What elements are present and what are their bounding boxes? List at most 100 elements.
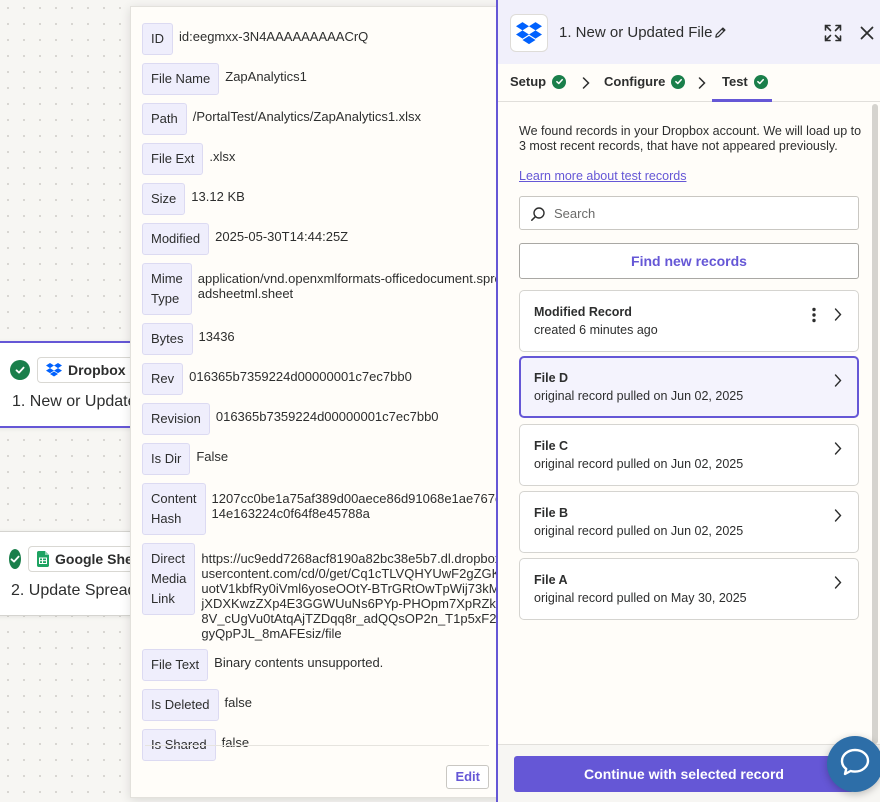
step-node-google-sheets[interactable]: Google Sheets 2. Update Spreadsheet Row xyxy=(0,531,212,616)
record-title: File B xyxy=(534,506,569,520)
tab-setup[interactable]: Setup xyxy=(510,74,567,89)
chevron-right-icon xyxy=(834,308,842,326)
search-box xyxy=(519,196,859,230)
check-icon xyxy=(552,74,567,89)
record-subtitle: original record pulled on Jun 02, 2025 xyxy=(534,457,744,471)
field-row: File Name ZapAnalytics1 xyxy=(142,63,502,95)
app-chip: Dropbox xyxy=(37,357,135,383)
record-title: Modified Record xyxy=(534,305,632,319)
chevron-right-icon xyxy=(582,76,590,94)
record-subtitle: original record pulled on Jun 02, 2025 xyxy=(534,389,744,403)
data-panel-divider xyxy=(145,745,489,746)
field-row: Path /PortalTest/Analytics/ZapAnalytics1… xyxy=(142,103,502,135)
field-value: 2025-05-30T14:44:25Z xyxy=(215,229,349,244)
field-row: Direct Media Link https://uc9edd7268acf8… xyxy=(142,543,502,641)
field-key: Size xyxy=(142,183,186,215)
tab-label: Configure xyxy=(604,74,666,89)
learn-more-link[interactable]: Learn more about test records xyxy=(519,169,686,183)
field-row: Mime Type application/vnd.openxmlformats… xyxy=(142,263,502,315)
field-key: Mime Type xyxy=(142,263,192,315)
field-row: File Ext .xlsx xyxy=(142,143,502,175)
edit-button[interactable]: Edit xyxy=(446,765,489,789)
field-value: application/vnd.openxmlformats-officedoc… xyxy=(197,271,502,301)
pencil-icon[interactable] xyxy=(714,26,727,44)
record-card[interactable]: Modified Record created 6 minutes ago xyxy=(519,290,859,352)
record-title: File C xyxy=(534,439,569,453)
check-icon xyxy=(753,74,768,89)
dropbox-icon xyxy=(516,21,542,44)
record-card-selected[interactable]: File D original record pulled on Jun 02,… xyxy=(519,356,859,418)
field-row: Modified 2025-05-30T14:44:25Z xyxy=(142,223,502,255)
field-value: /PortalTest/Analytics/ZapAnalytics1.xlsx xyxy=(192,109,422,124)
field-key: Content Hash xyxy=(142,483,206,535)
tab-label: Setup xyxy=(510,74,547,89)
record-card[interactable]: File A original record pulled on May 30,… xyxy=(519,558,859,620)
find-new-records-button[interactable]: Find new records xyxy=(519,243,859,279)
field-value: id:eegmxx-3N4AAAAAAAAACrQ xyxy=(179,29,369,44)
field-value: 016365b7359224d00000001c7ec7bb0 xyxy=(189,369,412,384)
field-key: Revision xyxy=(142,403,210,435)
chat-icon xyxy=(840,748,870,781)
record-field-list: ID id:eegmxx-3N4AAAAAAAAACrQ File Name Z… xyxy=(142,23,502,769)
search-icon xyxy=(530,206,546,227)
field-key: Is Dir xyxy=(142,443,191,475)
tab-label: Test xyxy=(722,74,748,89)
chevron-right-icon xyxy=(834,509,842,527)
field-key: Direct Media Link xyxy=(142,543,196,615)
field-value: 13436 xyxy=(198,329,235,344)
search-input[interactable] xyxy=(554,197,844,229)
field-key: ID xyxy=(142,23,173,55)
field-value: https://uc9edd7268acf8190a82bc38e5b7.dl.… xyxy=(201,551,502,641)
field-value: ZapAnalytics1 xyxy=(225,69,307,84)
expand-icon[interactable] xyxy=(824,24,842,47)
field-key: Path xyxy=(142,103,187,135)
check-icon xyxy=(671,74,686,89)
chevron-right-icon xyxy=(834,442,842,460)
field-value: 016365b7359224d00000001c7ec7bb0 xyxy=(215,409,439,424)
check-icon xyxy=(10,360,30,380)
more-vertical-icon[interactable] xyxy=(812,307,816,328)
step-title: 1. New or Updated File xyxy=(12,393,176,410)
step-tabs: Setup Configure Test xyxy=(498,64,880,102)
field-key: File Ext xyxy=(142,143,204,175)
field-row: Is Deleted false xyxy=(142,689,502,721)
test-info-text: We found records in your Dropbox account… xyxy=(519,124,862,153)
record-subtitle: original record pulled on Jun 02, 2025 xyxy=(534,524,744,538)
field-row: Size 13.12 KB xyxy=(142,183,502,215)
app-name: Dropbox xyxy=(68,362,126,378)
chevron-right-icon xyxy=(834,576,842,594)
chevron-right-icon xyxy=(698,76,706,94)
check-icon xyxy=(9,549,21,569)
app-icon xyxy=(510,14,548,52)
field-value: .xlsx xyxy=(209,149,236,164)
record-card[interactable]: File C original record pulled on Jun 02,… xyxy=(519,424,859,486)
field-row: ID id:eegmxx-3N4AAAAAAAAACrQ xyxy=(142,23,502,55)
field-row: File Text Binary contents unsupported. xyxy=(142,649,502,681)
record-card[interactable]: File B original record pulled on Jun 02,… xyxy=(519,491,859,553)
record-data-panel: ID id:eegmxx-3N4AAAAAAAAACrQ File Name Z… xyxy=(130,6,508,798)
chat-launcher[interactable] xyxy=(827,736,880,792)
field-row: Rev 016365b7359224d00000001c7ec7bb0 xyxy=(142,363,502,395)
field-value: 1207cc0be1a75af389d00aece86d91068e1ae767… xyxy=(211,491,502,521)
side-panel-header: 1. New or Updated File xyxy=(498,0,880,64)
dropbox-icon xyxy=(46,363,62,377)
continue-button[interactable]: Continue with selected record xyxy=(514,756,854,792)
tab-test[interactable]: Test xyxy=(722,74,768,89)
field-value: false xyxy=(221,735,250,750)
field-row: Content Hash 1207cc0be1a75af389d00aece86… xyxy=(142,483,502,535)
record-subtitle: original record pulled on May 30, 2025 xyxy=(534,591,747,605)
field-row: Is Dir False xyxy=(142,443,502,475)
record-subtitle: created 6 minutes ago xyxy=(534,323,658,337)
field-row: Bytes 13436 xyxy=(142,323,502,355)
field-key: File Text xyxy=(142,649,209,681)
field-key: Rev xyxy=(142,363,184,395)
close-icon[interactable] xyxy=(860,26,874,45)
chevron-right-icon xyxy=(834,374,842,392)
field-key: Modified xyxy=(142,223,210,255)
google-sheets-icon xyxy=(37,551,49,567)
step-title: 1. New or Updated File xyxy=(559,24,713,41)
side-panel-scrollbar[interactable] xyxy=(872,104,878,744)
tab-configure[interactable]: Configure xyxy=(604,74,686,89)
step-node-dropbox[interactable]: Dropbox 1. New or Updated File xyxy=(0,341,176,428)
step-side-panel: 1. New or Updated File Setup Configure T… xyxy=(496,0,880,802)
